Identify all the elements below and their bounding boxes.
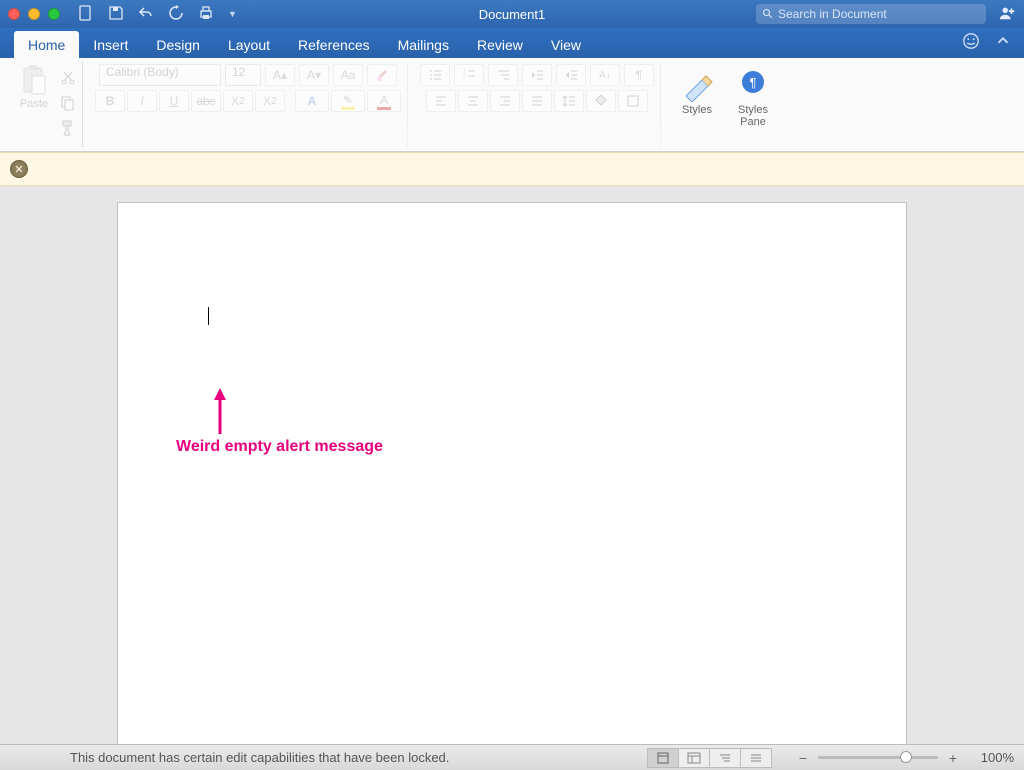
- annotation-arrow-1: [210, 386, 230, 441]
- fullscreen-window-button[interactable]: [48, 8, 60, 20]
- highlight-icon[interactable]: ✎: [331, 90, 365, 112]
- alert-close-button[interactable]: ✕: [10, 160, 28, 178]
- underline-button[interactable]: U: [159, 90, 189, 112]
- styles-button[interactable]: Styles: [673, 68, 721, 116]
- tab-view[interactable]: View: [537, 31, 595, 58]
- decrease-indent-icon[interactable]: [522, 64, 552, 86]
- tab-home[interactable]: Home: [14, 31, 79, 58]
- align-center-icon[interactable]: [458, 90, 488, 112]
- show-marks-icon[interactable]: ¶: [624, 64, 654, 86]
- ribbon-tabs: Home Insert Design Layout References Mai…: [0, 28, 1024, 58]
- format-painter-icon[interactable]: [60, 120, 76, 139]
- page[interactable]: [117, 202, 907, 744]
- share-icon[interactable]: [998, 4, 1016, 25]
- shading-icon[interactable]: [586, 90, 616, 112]
- web-layout-view-button[interactable]: [678, 748, 710, 768]
- ribbon: Paste Calibri (Body) 12 A▴ A▾ Aa B I U a…: [0, 58, 1024, 152]
- text-effects-icon[interactable]: A: [295, 90, 329, 112]
- status-bar: This document has certain edit capabilit…: [0, 744, 1024, 770]
- increase-font-icon[interactable]: A▴: [265, 64, 295, 86]
- redo-icon[interactable]: [168, 5, 184, 24]
- bold-button[interactable]: B: [95, 90, 125, 112]
- superscript-button[interactable]: X2: [255, 90, 285, 112]
- ribbon-group-font: Calibri (Body) 12 A▴ A▾ Aa B I U abc X2 …: [89, 62, 408, 147]
- zoom-slider[interactable]: [818, 756, 938, 759]
- feedback-icon[interactable]: [962, 32, 980, 53]
- quick-access-toolbar: ▼: [78, 5, 237, 24]
- svg-text:2: 2: [463, 74, 466, 80]
- borders-icon[interactable]: [618, 90, 648, 112]
- minimize-window-button[interactable]: [28, 8, 40, 20]
- qat-dropdown-icon[interactable]: ▼: [228, 9, 237, 19]
- align-right-icon[interactable]: [490, 90, 520, 112]
- search-input[interactable]: Search in Document: [756, 4, 986, 24]
- draft-view-button[interactable]: [740, 748, 772, 768]
- align-left-icon[interactable]: [426, 90, 456, 112]
- increase-indent-icon[interactable]: [556, 64, 586, 86]
- document-canvas: Weird empty alert message The app gets l…: [0, 186, 1024, 744]
- font-name-select[interactable]: Calibri (Body): [99, 64, 221, 86]
- justify-icon[interactable]: [522, 90, 552, 112]
- print-layout-view-button[interactable]: [647, 748, 679, 768]
- zoom-control: − + 100%: [796, 750, 1014, 766]
- change-case-icon[interactable]: Aa: [333, 64, 363, 86]
- paste-label: Paste: [20, 98, 48, 110]
- decrease-font-icon[interactable]: A▾: [299, 64, 329, 86]
- sort-icon[interactable]: A↓: [590, 64, 620, 86]
- tab-design[interactable]: Design: [142, 31, 214, 58]
- window-controls: [8, 8, 60, 20]
- alert-bar: ✕: [0, 152, 1024, 186]
- close-window-button[interactable]: [8, 8, 20, 20]
- tab-references[interactable]: References: [284, 31, 384, 58]
- styles-pane-button[interactable]: ¶ Styles Pane: [729, 68, 777, 128]
- view-mode-buttons: [648, 748, 772, 768]
- subscript-button[interactable]: X2: [223, 90, 253, 112]
- numbering-icon[interactable]: 12: [454, 64, 484, 86]
- tab-review[interactable]: Review: [463, 31, 537, 58]
- print-icon[interactable]: [198, 5, 214, 24]
- paste-button[interactable]: Paste: [12, 64, 56, 145]
- title-bar: ▼ Document1 Search in Document: [0, 0, 1024, 28]
- zoom-thumb[interactable]: [900, 751, 912, 763]
- clear-formatting-icon[interactable]: [367, 64, 397, 86]
- collapse-ribbon-icon[interactable]: [994, 32, 1012, 53]
- tab-insert[interactable]: Insert: [79, 31, 142, 58]
- svg-text:¶: ¶: [750, 75, 757, 90]
- save-icon[interactable]: [108, 5, 124, 24]
- ribbon-group-styles: Styles ¶ Styles Pane: [667, 62, 783, 147]
- ribbon-group-clipboard: Paste: [6, 62, 83, 147]
- italic-button[interactable]: I: [127, 90, 157, 112]
- cut-icon[interactable]: [60, 70, 76, 89]
- copy-icon[interactable]: [60, 95, 76, 114]
- zoom-out-button[interactable]: −: [796, 750, 810, 766]
- outline-view-button[interactable]: [709, 748, 741, 768]
- font-color-icon[interactable]: A: [367, 90, 401, 112]
- undo-icon[interactable]: [138, 5, 154, 24]
- bullets-icon[interactable]: [420, 64, 450, 86]
- zoom-percentage[interactable]: 100%: [968, 750, 1014, 765]
- multilevel-list-icon[interactable]: [488, 64, 518, 86]
- status-message: This document has certain edit capabilit…: [70, 750, 449, 765]
- tab-layout[interactable]: Layout: [214, 31, 284, 58]
- search-icon: [762, 8, 774, 20]
- strikethrough-button[interactable]: abc: [191, 90, 221, 112]
- zoom-in-button[interactable]: +: [946, 750, 960, 766]
- ribbon-group-paragraph: 12 A↓ ¶: [414, 62, 661, 147]
- tab-mailings[interactable]: Mailings: [384, 31, 463, 58]
- font-size-select[interactable]: 12: [225, 64, 261, 86]
- search-placeholder: Search in Document: [778, 7, 887, 21]
- text-cursor: [208, 307, 209, 325]
- document-title: Document1: [479, 7, 545, 22]
- new-doc-icon[interactable]: [78, 5, 94, 24]
- line-spacing-icon[interactable]: [554, 90, 584, 112]
